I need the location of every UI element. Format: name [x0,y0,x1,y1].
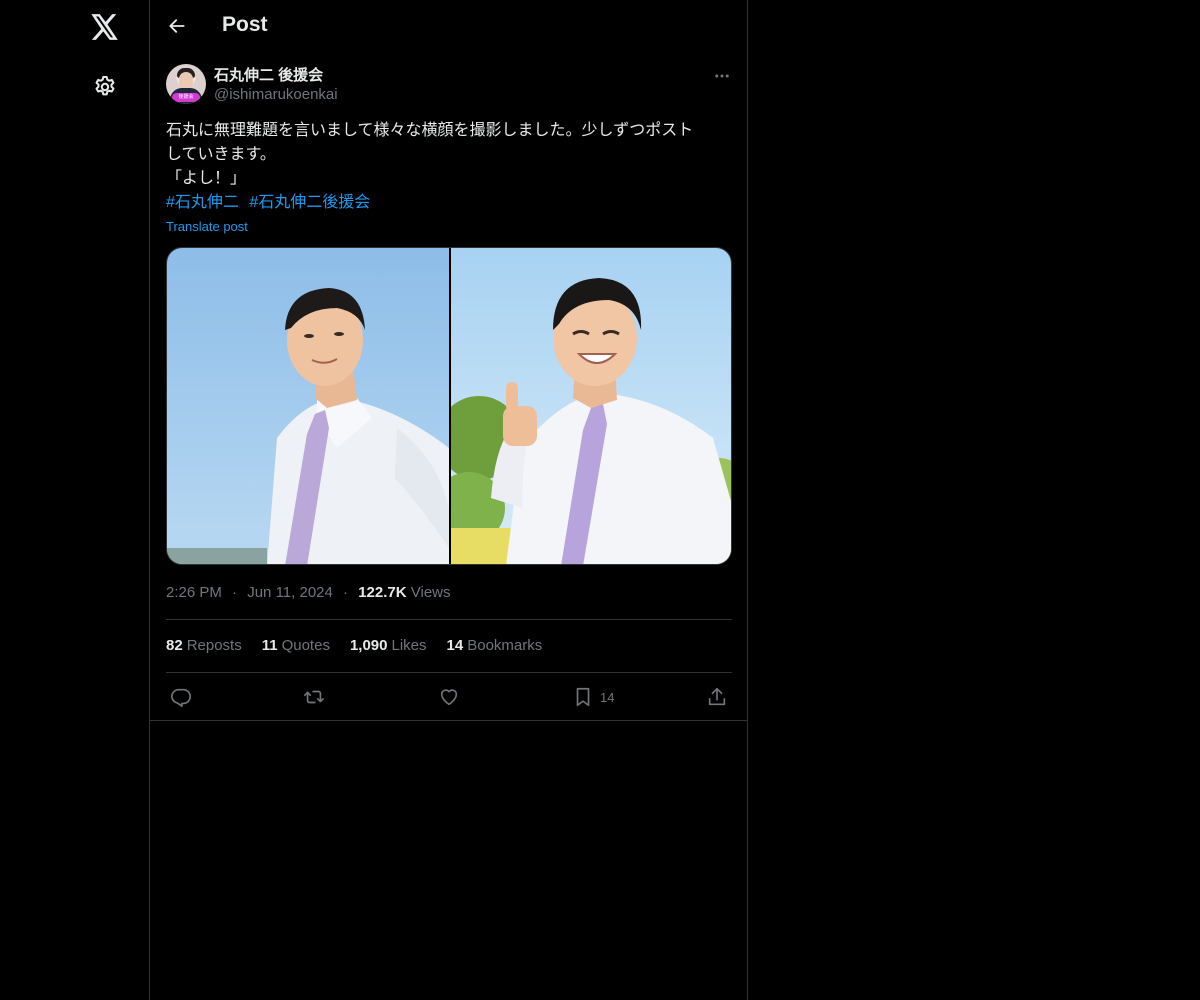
like-button[interactable] [438,682,460,712]
views-label: Views [410,584,451,601]
post-meta: 2:26 PM · Jun 11, 2024 · 122.7K Views [166,584,451,601]
views-count: 122.7K [358,584,407,601]
repost-button[interactable] [303,682,325,712]
x-logo-icon [91,14,118,40]
reply-icon [171,688,191,707]
hashtags: #石丸伸二 #石丸伸二後援会 [166,191,376,215]
translate-post-link[interactable]: Translate post [166,219,248,234]
stat-count: 14 [446,637,464,654]
post-date[interactable]: Jun 11, 2024 [247,584,333,601]
bookmark-icon [576,687,590,707]
divider [150,720,747,721]
more-horizontal-icon [715,74,729,78]
post-photo-1[interactable] [167,248,449,564]
action-bar: 14 [166,682,732,712]
avatar-badge: 後援会 [172,93,200,102]
stat-likes[interactable]: 1,090 Likes [350,637,427,654]
divider [166,672,732,673]
separator-dot: · [232,584,238,601]
share-button[interactable] [706,682,728,712]
top-bar: Post [150,0,747,54]
post-time[interactable]: 2:26 PM [166,584,222,601]
post-photo-2[interactable] [451,248,731,564]
left-nav [0,0,150,1000]
author-handle[interactable]: @ishimarukoenkai [214,86,338,103]
post-text-line: 「よし！」 [166,170,247,187]
gear-icon [95,76,115,96]
avatar[interactable]: 後援会 [166,64,206,104]
separator-dot: · [343,584,349,601]
settings-button[interactable] [83,65,127,109]
stat-reposts[interactable]: 82 Reposts [166,637,242,654]
reply-button[interactable] [170,682,192,712]
arrow-left-icon [169,19,185,33]
stat-label: Quotes [281,637,330,654]
stat-label: Likes [391,637,427,654]
stat-count: 82 [166,637,183,654]
post-stats: 82 Reposts 11 Quotes 1,090 Likes 14 Bookmark… [166,637,542,654]
author-name[interactable]: 石丸伸二 後援会 [214,64,323,85]
bookmark-button[interactable]: 14 [572,682,614,712]
stat-count: 11 [261,637,278,654]
app-root: Post 後援会 石丸伸二 後援会 @ishimarukoenkai 石丸に無理… [0,0,1200,1000]
more-options-button[interactable] [710,64,734,88]
repost-icon [304,690,324,704]
stat-count: 1,090 [349,637,388,654]
post-text-line: 石丸に無理難題を言いまして様々な横顔を撮影しました。少しずつポスト [166,122,694,139]
avatar-face [179,72,193,89]
hashtag-link[interactable]: #石丸伸二 [166,194,239,211]
back-button[interactable] [160,9,194,43]
divider [166,619,732,620]
stat-label: Bookmarks [467,637,543,654]
bookmark-count: 14 [600,689,615,705]
media-grid [166,247,732,565]
x-logo-button[interactable] [83,5,127,49]
main-column: Post 後援会 石丸伸二 後援会 @ishimarukoenkai 石丸に無理… [150,0,748,1000]
hashtag-link[interactable]: #石丸伸二後援会 [249,194,370,211]
stat-label: Reposts [186,637,242,654]
post-text-line: していきます。 [166,146,276,163]
page-title: Post [222,13,268,36]
share-icon [708,687,726,706]
stat-bookmarks[interactable]: 14 Bookmarks [447,637,543,654]
heart-icon [440,689,458,706]
stat-quotes[interactable]: 11 Quotes [262,637,330,654]
post-text: 石丸に無理難題を言いまして様々な横顔を撮影しました。少しずつポスト していきます… [166,119,732,191]
